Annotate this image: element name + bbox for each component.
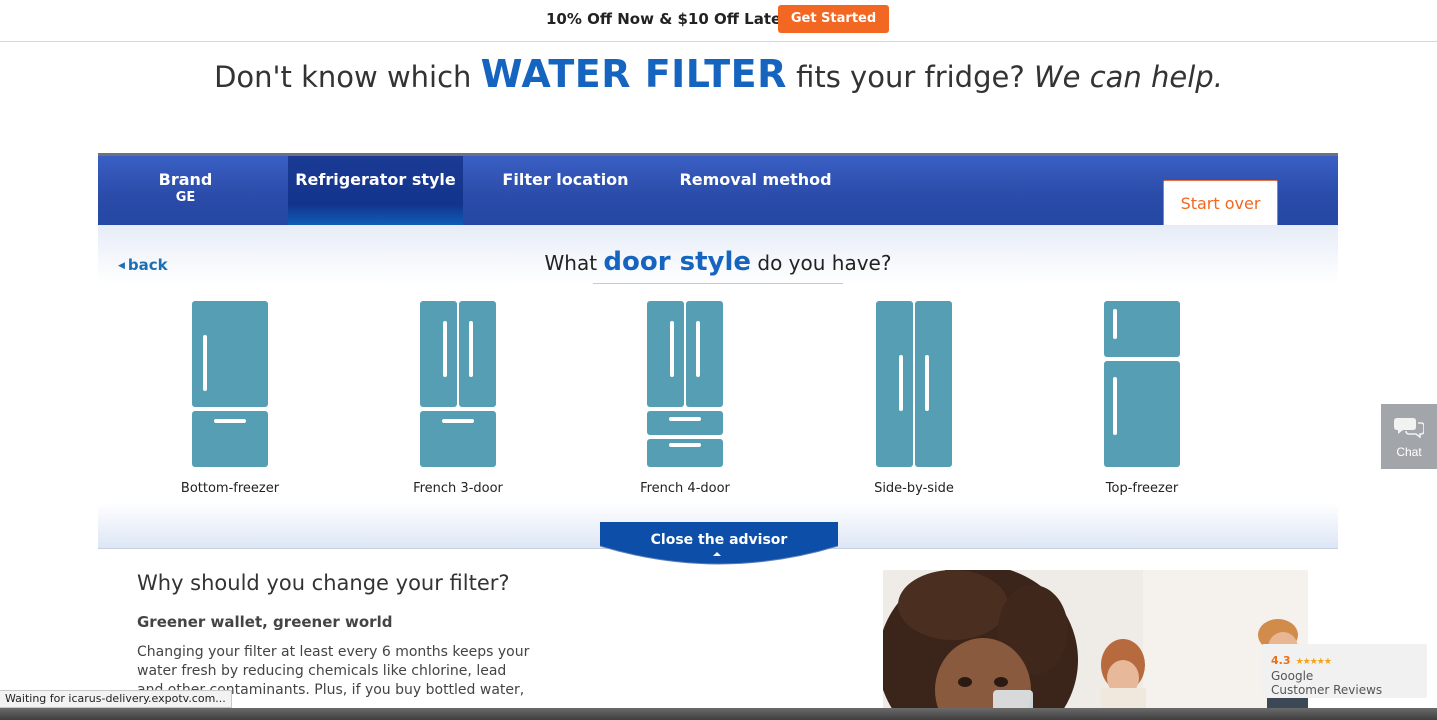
caret-up-icon [713, 552, 721, 556]
headline-italic: We can help. [1033, 60, 1223, 94]
headline-emphasis: WATER FILTER [480, 52, 787, 96]
reviews-provider: Google [1271, 669, 1314, 683]
chat-bubbles-icon [1394, 418, 1425, 439]
step-refrigerator-style[interactable]: Refrigerator style [288, 156, 463, 225]
step-label: Brand [158, 170, 213, 189]
question-lead: What [544, 251, 604, 275]
step-label: Removal method [679, 170, 832, 189]
step-brand[interactable]: Brand GE [98, 156, 273, 225]
bottom-freezer-fridge-icon [192, 301, 268, 467]
advisor-body: ◀ back What door style do you have? Botto… [98, 225, 1338, 565]
question-emphasis: door style [603, 247, 752, 277]
start-over-button[interactable]: Start over [1163, 180, 1278, 228]
info-subtitle: Greener wallet, greener world [137, 613, 393, 631]
close-advisor-button[interactable]: Close the advisor [600, 522, 838, 568]
fridge-option-label: Side-by-side [874, 481, 954, 496]
girl-drinking-water-photo [883, 570, 1308, 710]
fridge-option-label: French 4-door [640, 481, 730, 496]
question-divider [593, 283, 843, 284]
headline-middle: fits your fridge? [786, 60, 1034, 94]
close-advisor-label: Close the advisor [650, 532, 788, 548]
french-4-door-fridge-icon [647, 301, 723, 467]
question-tail: do you have? [751, 251, 892, 275]
promo-bar: 10% Off Now & $10 Off Later Get Started [0, 0, 1437, 42]
get-started-button[interactable]: Get Started [778, 5, 889, 33]
side-by-side-fridge-icon [876, 301, 952, 467]
browser-status-bar: Waiting for icarus-delivery.expotv.com..… [0, 690, 232, 708]
advisor-steps-bar: Brand GE Refrigerator style Filter locat… [98, 153, 1338, 228]
fridge-option-bottom-freezer[interactable]: Bottom-freezer [145, 299, 315, 496]
headline-lead: Don't know which [214, 60, 481, 94]
chat-label: Chat [1396, 445, 1422, 459]
google-reviews-badge[interactable]: 4.3 ★★★★★ Google Customer Reviews [1262, 644, 1427, 698]
star-rating-icon: ★★★★★ [1295, 657, 1332, 667]
filter-advisor: Brand GE Refrigerator style Filter locat… [98, 153, 1338, 565]
info-title: Why should you change your filter? [137, 571, 510, 595]
step-filter-location[interactable]: Filter location [478, 156, 653, 225]
step-value: GE [175, 190, 196, 205]
fridge-option-french-4-door[interactable]: French 4-door [600, 299, 770, 496]
fridge-option-top-freezer[interactable]: Top-freezer [1057, 299, 1227, 496]
step-removal-method[interactable]: Removal method [668, 156, 843, 225]
promo-text: 10% Off Now & $10 Off Later [546, 10, 789, 28]
step-label: Refrigerator style [295, 170, 456, 189]
reviews-caption: Customer Reviews [1271, 683, 1383, 697]
top-freezer-fridge-icon [1104, 301, 1180, 467]
page-headline: Don't know which WATER FILTER fits your … [0, 52, 1437, 96]
step-label: Filter location [502, 170, 629, 189]
photo-illustration [883, 570, 1308, 710]
door-style-question: What door style do you have? [98, 247, 1338, 277]
review-rating: 4.3 [1271, 654, 1291, 667]
fridge-option-label: French 3-door [413, 481, 503, 496]
french-3-door-fridge-icon [420, 301, 496, 467]
fridge-option-label: Bottom-freezer [180, 481, 280, 496]
fridge-option-side-by-side[interactable]: Side-by-side [829, 299, 999, 496]
chat-button[interactable]: Chat [1381, 404, 1437, 469]
fridge-option-french-3-door[interactable]: French 3-door [373, 299, 543, 496]
os-dock [0, 708, 1437, 720]
fridge-option-label: Top-freezer [1105, 481, 1179, 496]
